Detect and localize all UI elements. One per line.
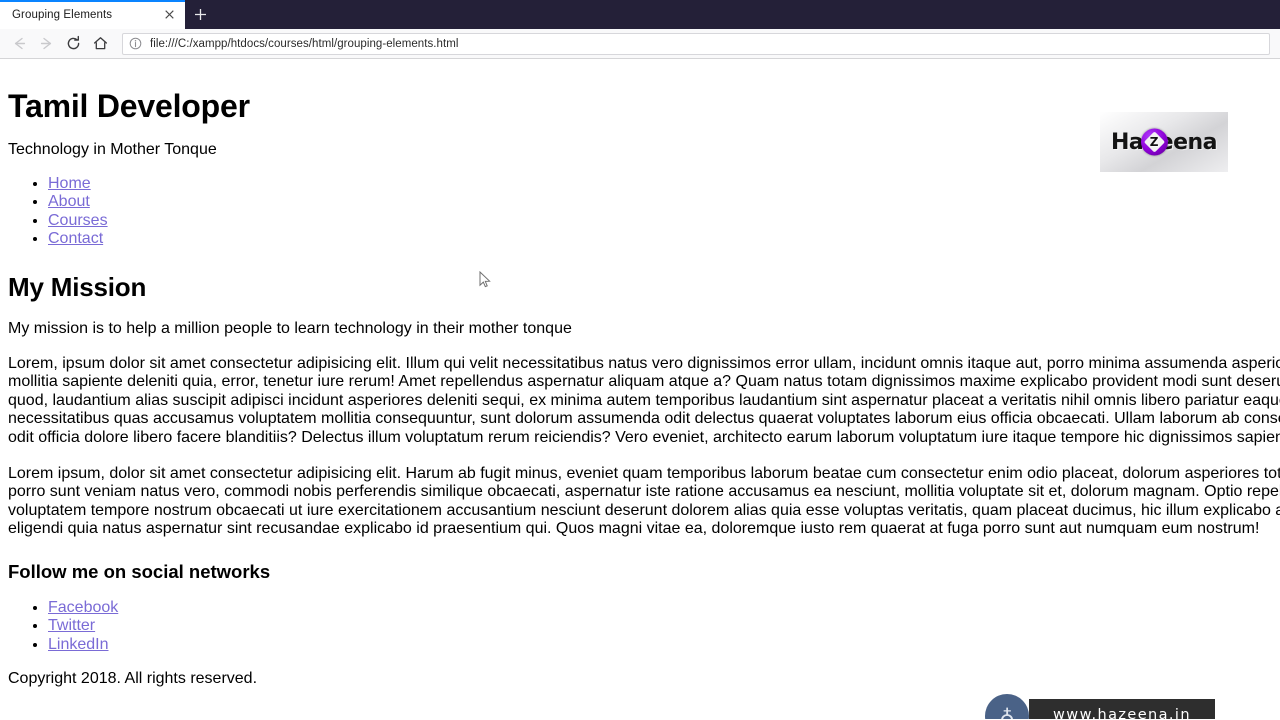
- body-paragraph-2: Lorem ipsum, dolor sit amet consectetur …: [8, 464, 1280, 538]
- page-viewport: Tamil Developer Technology in Mother Ton…: [0, 59, 1280, 719]
- body-paragraph-1: Lorem, ipsum dolor sit amet consectetur …: [8, 354, 1280, 446]
- browser-toolbar: file:///C:/xampp/htdocs/courses/html/gro…: [0, 29, 1280, 59]
- list-item: Home: [48, 175, 1280, 193]
- browser-tab-active[interactable]: Grouping Elements: [0, 0, 185, 29]
- logo-badge-letter: Z: [1150, 134, 1159, 149]
- page-title: Tamil Developer: [8, 88, 250, 124]
- nav-link-home[interactable]: Home: [48, 175, 91, 192]
- page-content: Tamil Developer Technology in Mother Ton…: [0, 59, 1280, 696]
- section-heading-follow: Follow me on social networks: [8, 560, 271, 582]
- address-bar[interactable]: file:///C:/xampp/htdocs/courses/html/gro…: [122, 32, 1270, 55]
- list-item: Courses: [48, 212, 1280, 230]
- hazeena-logo-watermark: HaZeena Z: [1100, 112, 1228, 172]
- list-item: LinkedIn: [48, 636, 1280, 654]
- page-tagline: Technology in Mother Tonque: [8, 141, 217, 158]
- nav-link-courses[interactable]: Courses: [48, 212, 108, 229]
- hazeena-seal-icon: ♁: [985, 694, 1029, 719]
- reload-icon[interactable]: [60, 31, 87, 56]
- list-item: Contact: [48, 230, 1280, 248]
- back-arrow-icon[interactable]: [6, 31, 33, 56]
- address-bar-text: file:///C:/xampp/htdocs/courses/html/gro…: [150, 37, 459, 50]
- visit-us-watermark: ♁ www.hazeena.in Visit Us: [985, 692, 1230, 719]
- list-item: About: [48, 193, 1280, 211]
- tab-title: Grouping Elements: [12, 8, 113, 21]
- hazeena-wordmark: HaZeena Z: [1110, 128, 1218, 156]
- close-icon[interactable]: [161, 7, 177, 23]
- logo-diamond-shape: Z: [1143, 131, 1166, 153]
- page-info-icon[interactable]: [129, 37, 143, 51]
- seal-glyph: ♁: [999, 703, 1015, 719]
- new-tab-button[interactable]: [185, 0, 215, 29]
- logo-z-badge-icon: Z: [1140, 128, 1168, 156]
- watermark-url-text: www.hazeena.in: [1053, 706, 1191, 720]
- social-link-linkedin[interactable]: LinkedIn: [48, 636, 109, 653]
- copyright-notice: Copyright 2018. All rights reserved.: [8, 670, 258, 688]
- tab-strip: Grouping Elements: [0, 0, 1280, 29]
- main-nav-list: Home About Courses Contact: [8, 175, 1280, 249]
- nav-link-about[interactable]: About: [48, 193, 90, 210]
- social-link-facebook[interactable]: Facebook: [48, 599, 118, 616]
- forward-arrow-icon[interactable]: [33, 31, 60, 56]
- list-item: Facebook: [48, 599, 1280, 617]
- section-heading-mission: My Mission: [8, 271, 147, 302]
- list-item: Twitter: [48, 617, 1280, 635]
- social-link-twitter[interactable]: Twitter: [48, 617, 95, 634]
- nav-link-contact[interactable]: Contact: [48, 230, 103, 247]
- home-icon[interactable]: [87, 31, 114, 56]
- mission-statement: My mission is to help a million people t…: [8, 319, 572, 337]
- watermark-url-plate: www.hazeena.in: [1029, 699, 1215, 719]
- logo-text-before: Ha: [1110, 129, 1144, 155]
- browser-window: Grouping Elements file:///C:/xampp/htdoc…: [0, 0, 1280, 720]
- social-links-list: Facebook Twitter LinkedIn: [8, 599, 1280, 654]
